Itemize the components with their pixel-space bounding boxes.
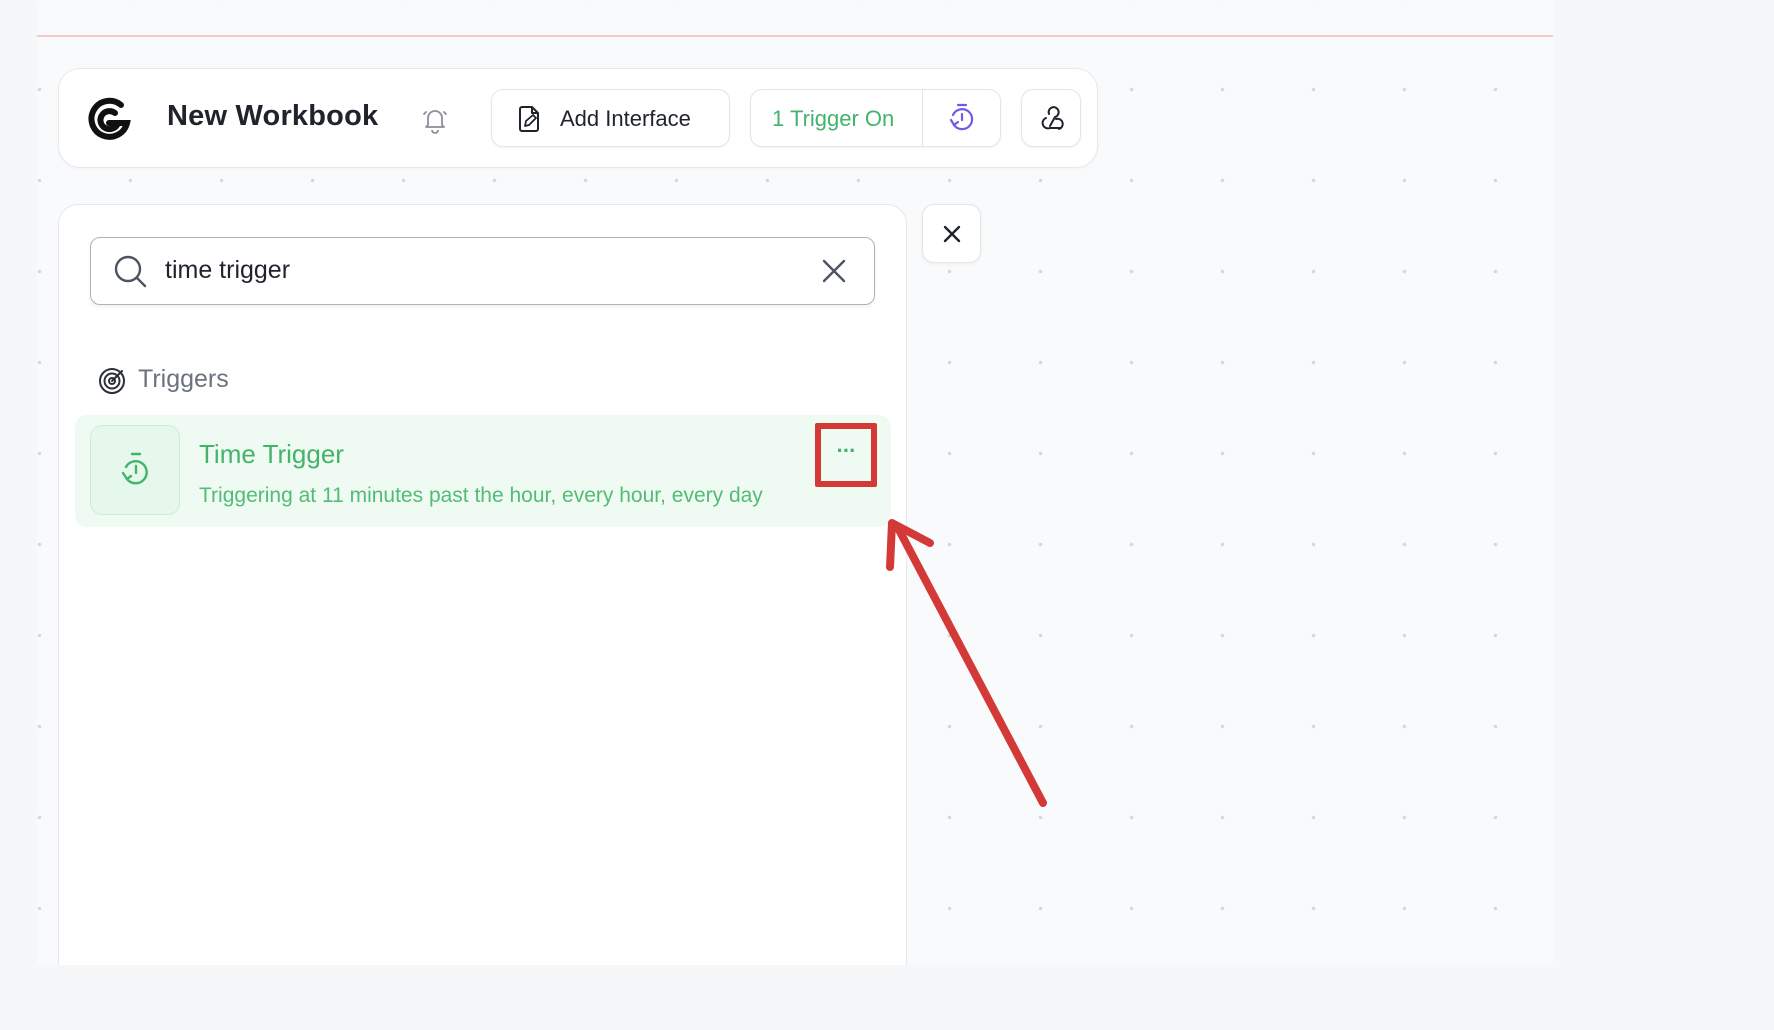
timer-button[interactable] bbox=[923, 90, 1000, 146]
trigger-status-label: 1 Trigger On bbox=[772, 106, 895, 131]
triggers-section-label: Triggers bbox=[138, 365, 229, 393]
logo-icon[interactable] bbox=[83, 93, 135, 145]
more-options-button[interactable]: ··· bbox=[815, 423, 877, 487]
file-edit-icon bbox=[519, 106, 539, 132]
trigger-item-title: Time Trigger bbox=[199, 439, 344, 469]
trigger-status-button[interactable]: 1 Trigger On bbox=[751, 90, 923, 146]
top-divider bbox=[37, 35, 1553, 37]
search-icon bbox=[114, 255, 147, 288]
search-box[interactable] bbox=[90, 237, 875, 305]
clear-icon[interactable] bbox=[821, 258, 847, 284]
more-icon: ··· bbox=[836, 438, 857, 463]
search-input[interactable] bbox=[165, 251, 785, 289]
radar-icon bbox=[99, 368, 125, 394]
timer-icon bbox=[121, 452, 148, 485]
webhook-button[interactable] bbox=[1021, 89, 1081, 147]
trigger-item-description: Triggering at 11 minutes past the hour, … bbox=[199, 484, 763, 507]
close-icon bbox=[943, 225, 961, 243]
bell-icon[interactable] bbox=[420, 105, 450, 135]
add-interface-button[interactable]: Add Interface bbox=[491, 89, 730, 147]
time-trigger-icon-box bbox=[90, 425, 180, 515]
add-interface-label: Add Interface bbox=[560, 106, 691, 131]
trigger-list-item[interactable]: Time Trigger Triggering at 11 minutes pa… bbox=[75, 415, 891, 527]
close-panel-button[interactable] bbox=[922, 204, 981, 263]
webhook-icon bbox=[1041, 106, 1064, 130]
workbook-toolbar: New Workbook Add Interface 1 Trigger On bbox=[58, 68, 1098, 168]
node-search-panel: Triggers Time Trigger Triggering at 11 m… bbox=[58, 204, 907, 965]
workbook-title[interactable]: New Workbook bbox=[167, 100, 378, 133]
timer-icon bbox=[949, 103, 974, 131]
annotation-arrow bbox=[886, 519, 1047, 807]
trigger-status-group: 1 Trigger On bbox=[750, 89, 1001, 147]
